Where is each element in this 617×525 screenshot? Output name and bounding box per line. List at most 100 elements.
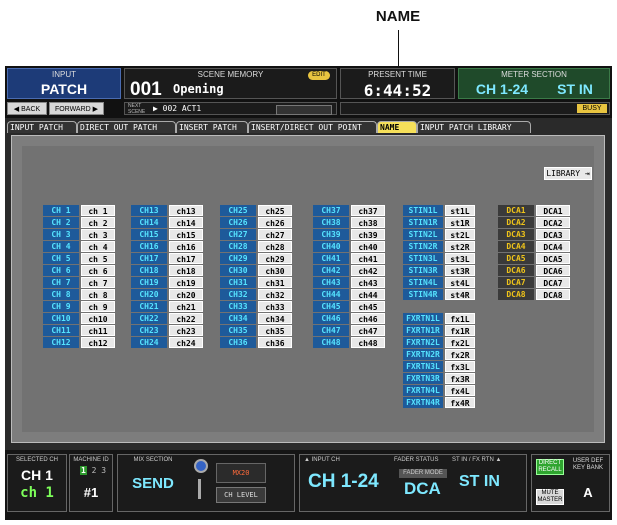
channel-name-field[interactable]: st1R (445, 217, 475, 228)
channel-name-field[interactable]: st3R (445, 265, 475, 276)
stin-fxrtn-value[interactable]: ST IN (459, 473, 500, 491)
channel-name-field[interactable]: ch29 (258, 253, 292, 264)
channel-name-field[interactable]: ch11 (81, 325, 115, 336)
scene-memory-box[interactable]: SCENE MEMORY 001 Opening EDIT (124, 68, 337, 100)
channel-name-field[interactable]: fx1L (445, 313, 475, 324)
input-ch-caption: ▲ INPUT CH (304, 457, 340, 463)
meter-range[interactable]: CH 1-24 (467, 81, 537, 97)
channel-name-field[interactable]: DCA5 (536, 253, 570, 264)
channel-name-field[interactable]: ch30 (258, 265, 292, 276)
channel-name-field[interactable]: ch28 (258, 241, 292, 252)
channel-name-field[interactable]: ch13 (169, 205, 203, 216)
channel-name-field[interactable]: ch19 (169, 277, 203, 288)
channel-name-field[interactable]: ch 9 (81, 301, 115, 312)
fader-status-value[interactable]: DCA (404, 479, 441, 499)
channel-name-field[interactable]: ch47 (351, 325, 385, 336)
next-scene-value: ▶ 002 ACT1 (153, 104, 202, 113)
channel-name-field[interactable]: ch35 (258, 325, 292, 336)
channel-name-field[interactable]: ch17 (169, 253, 203, 264)
selected-ch-box[interactable]: SELECTED CH CH 1 ch 1 (7, 454, 67, 512)
channel-name-field[interactable]: DCA8 (536, 289, 570, 300)
channel-name-field[interactable]: ch14 (169, 217, 203, 228)
channel-name-field[interactable]: ch38 (351, 217, 385, 228)
tab-insert-direct-out-point[interactable]: INSERT/DIRECT OUT POINT (248, 121, 377, 133)
channel-name-field[interactable]: ch27 (258, 229, 292, 240)
channel-name-field[interactable]: fx2R (445, 349, 475, 360)
channel-name-field[interactable]: fx2L (445, 337, 475, 348)
user-def-value[interactable]: A (568, 485, 608, 500)
meter-stin[interactable]: ST IN (543, 81, 607, 97)
channel-name-field[interactable]: ch37 (351, 205, 385, 216)
tab-input-patch-library[interactable]: INPUT PATCH LIBRARY (417, 121, 531, 133)
channel-name-field[interactable]: DCA2 (536, 217, 570, 228)
channel-name-field[interactable]: ch10 (81, 313, 115, 324)
channel-name-field[interactable]: st1L (445, 205, 475, 216)
mute-master-button[interactable]: MUTE MASTER (536, 489, 564, 505)
channel-name-field[interactable]: ch15 (169, 229, 203, 240)
channel-name-field[interactable]: ch36 (258, 337, 292, 348)
back-button[interactable]: ◀ BACK (7, 102, 47, 115)
channel-name-field[interactable]: ch48 (351, 337, 385, 348)
channel-name-field[interactable]: ch41 (351, 253, 385, 264)
channel-name-field[interactable]: ch 2 (81, 217, 115, 228)
channel-name-field[interactable]: ch 3 (81, 229, 115, 240)
channel-name-field[interactable]: ch 8 (81, 289, 115, 300)
channel-name-field[interactable]: ch 7 (81, 277, 115, 288)
channel-name-field[interactable]: DCA4 (536, 241, 570, 252)
channel-name-field[interactable]: ch 1 (81, 205, 115, 216)
channel-name-field[interactable]: ch46 (351, 313, 385, 324)
name-row: CH33 ch33 (220, 301, 292, 312)
library-button[interactable]: LIBRARY ⇥ (544, 167, 592, 180)
tab-direct-out-patch[interactable]: DIRECT OUT PATCH (77, 121, 176, 133)
channel-name-field[interactable]: fx3L (445, 361, 475, 372)
channel-name-field[interactable]: ch 6 (81, 265, 115, 276)
tab-input-patch[interactable]: INPUT PATCH (7, 121, 77, 133)
name-row: FXRTN1L fx1L (403, 313, 475, 324)
channel-name-field[interactable]: st4L (445, 277, 475, 288)
mix-section-box[interactable]: MIX SECTION SEND MX20 CH LEVEL (117, 454, 295, 512)
channel-name-field[interactable]: ch25 (258, 205, 292, 216)
tab-name[interactable]: NAME (377, 121, 417, 133)
channel-name-field[interactable]: ch26 (258, 217, 292, 228)
forward-button[interactable]: FORWARD ▶ (49, 102, 104, 115)
channel-name-field[interactable]: ch22 (169, 313, 203, 324)
channel-name-field[interactable]: ch16 (169, 241, 203, 252)
channel-name-field[interactable]: ch 4 (81, 241, 115, 252)
channel-name-field[interactable]: fx1R (445, 325, 475, 336)
channel-name-field[interactable]: fx4R (445, 397, 475, 408)
channel-name-field[interactable]: ch18 (169, 265, 203, 276)
channel-name-field[interactable]: fx4L (445, 385, 475, 396)
channel-name-field[interactable]: ch42 (351, 265, 385, 276)
channel-name-field[interactable]: ch45 (351, 301, 385, 312)
tab-insert-patch[interactable]: INSERT PATCH (176, 121, 248, 133)
channel-name-field[interactable]: ch24 (169, 337, 203, 348)
channel-name-field[interactable]: DCA3 (536, 229, 570, 240)
input-patch-box[interactable]: INPUT PATCH (7, 68, 121, 99)
channel-name-field[interactable]: ch43 (351, 277, 385, 288)
input-ch-value[interactable]: CH 1-24 (308, 471, 379, 493)
channel-name-field[interactable]: st2R (445, 241, 475, 252)
channel-name-field[interactable]: ch23 (169, 325, 203, 336)
channel-name-field[interactable]: ch31 (258, 277, 292, 288)
direct-recall-button[interactable]: DIRECT RECALL (536, 459, 564, 475)
channel-name-field[interactable]: ch12 (81, 337, 115, 348)
meter-section-box[interactable]: METER SECTION CH 1-24 ST IN (458, 68, 610, 99)
channel-label: CH45 (313, 301, 349, 312)
channel-name-field[interactable]: ch44 (351, 289, 385, 300)
channel-name-field[interactable]: DCA6 (536, 265, 570, 276)
channel-name-field[interactable]: fx3R (445, 373, 475, 384)
channel-name-field[interactable]: ch 5 (81, 253, 115, 264)
channel-name-field[interactable]: ch21 (169, 301, 203, 312)
channel-name-field[interactable]: ch20 (169, 289, 203, 300)
channel-name-field[interactable]: st4R (445, 289, 475, 300)
channel-name-field[interactable]: ch39 (351, 229, 385, 240)
channel-name-field[interactable]: ch33 (258, 301, 292, 312)
channel-name-field[interactable]: ch32 (258, 289, 292, 300)
channel-name-field[interactable]: ch34 (258, 313, 292, 324)
name-row: STIN2R st2R (403, 241, 475, 252)
channel-name-field[interactable]: DCA7 (536, 277, 570, 288)
channel-name-field[interactable]: st2L (445, 229, 475, 240)
channel-name-field[interactable]: DCA1 (536, 205, 570, 216)
channel-name-field[interactable]: st3L (445, 253, 475, 264)
channel-name-field[interactable]: ch40 (351, 241, 385, 252)
